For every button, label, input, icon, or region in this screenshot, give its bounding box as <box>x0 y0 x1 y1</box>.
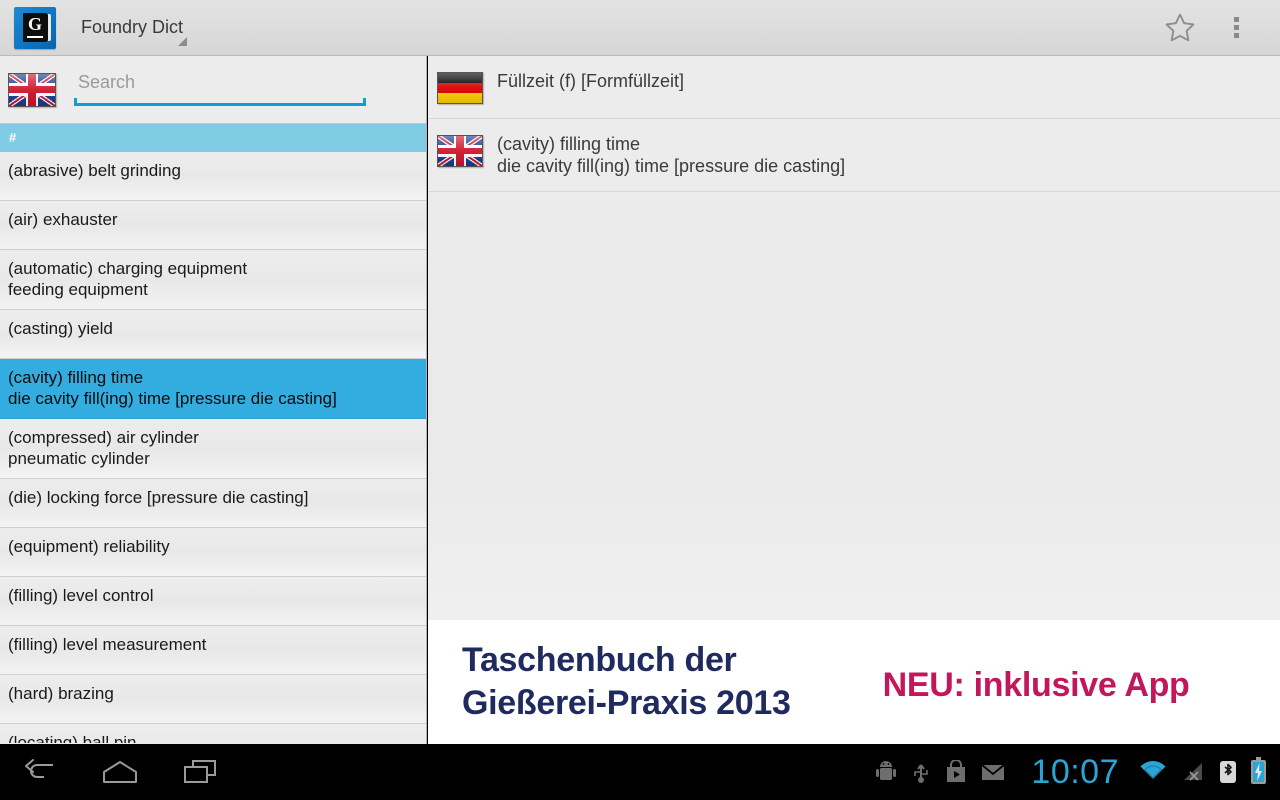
banner-title-line1: Taschenbuch der <box>462 641 737 679</box>
no-signal-icon <box>1181 761 1205 783</box>
overflow-menu-button[interactable] <box>1208 0 1264 56</box>
app-screen: G Foundry Dict Search # (abrasive) belt … <box>0 0 1280 800</box>
action-bar: G Foundry Dict <box>0 0 1280 56</box>
detail-synonym: die cavity fill(ing) time [pressure die … <box>497 156 846 176</box>
detail-pane: Füllzeit (f) [Formfüllzeit] (cavity) fill… <box>428 56 1280 744</box>
detail-text: Füllzeit (f) [Formfüllzeit] <box>497 70 684 92</box>
detail-term: (cavity) filling time <box>497 134 641 154</box>
list-item[interactable]: (compressed) air cylinder pneumatic cylin… <box>0 419 426 479</box>
list-item-term: (filling) level measurement <box>8 635 207 654</box>
uk-flag-icon <box>437 135 483 167</box>
term-list-items: (abrasive) belt grinding (air) exhauster (… <box>0 152 426 743</box>
book-page-line <box>26 36 43 38</box>
battery-charging-icon <box>1251 757 1266 784</box>
back-arrow-icon <box>25 759 53 778</box>
list-item[interactable]: (equipment) reliability <box>0 528 426 577</box>
list-item[interactable]: (filling) level control <box>0 577 426 626</box>
back-button[interactable] <box>0 744 80 800</box>
recents-button[interactable] <box>160 744 240 800</box>
list-item-term: (hard) brazing <box>8 684 114 703</box>
list-item-synonym: pneumatic cylinder <box>8 449 150 468</box>
list-item[interactable]: (filling) level measurement <box>0 626 426 675</box>
ad-banner[interactable]: Taschenbuch der Gießerei-Praxis 2013 NEU… <box>428 620 1280 744</box>
bluetooth-icon <box>1219 760 1237 784</box>
term-list[interactable]: # (abrasive) belt grinding (air) exhauste… <box>0 124 426 743</box>
search-input[interactable] <box>74 68 366 103</box>
home-button[interactable] <box>80 744 160 800</box>
list-item-term: (locating) ball pin <box>8 733 137 743</box>
banner-cta: NEU: inklusive App <box>882 665 1190 704</box>
detail-term: Füllzeit (f) [Formfüllzeit] <box>497 71 685 91</box>
foundry-dict-app-icon[interactable]: G <box>14 6 56 49</box>
list-item-term: (equipment) reliability <box>8 537 170 556</box>
book-glyph: G <box>22 13 51 42</box>
android-debug-icon <box>875 760 897 784</box>
list-item-term: (filling) level control <box>8 586 154 605</box>
list-item-term: (casting) yield <box>8 319 113 338</box>
overflow-menu-icon <box>1233 17 1239 38</box>
app-title-spinner[interactable]: Foundry Dict <box>81 16 187 46</box>
usb-icon <box>911 760 931 784</box>
list-item[interactable]: (abrasive) belt grinding <box>0 152 426 201</box>
list-item[interactable]: (hard) brazing <box>0 675 426 724</box>
list-item[interactable]: (cavity) filling time die cavity fill(ing… <box>0 359 426 419</box>
list-item[interactable]: (automatic) charging equipment feeding eq… <box>0 250 426 310</box>
list-item-synonym: die cavity fill(ing) time [pressure die … <box>8 389 337 408</box>
detail-entries: Füllzeit (f) [Formfüllzeit] (cavity) fill… <box>428 56 1280 192</box>
search-underline <box>74 97 366 106</box>
list-item-term: (die) locking force [pressure die castin… <box>8 488 309 507</box>
list-item-term: (cavity) filling time <box>8 368 144 387</box>
term-list-pane: # (abrasive) belt grinding (air) exhauste… <box>0 56 427 744</box>
german-flag-icon <box>437 72 483 104</box>
list-item-term: (automatic) charging equipment <box>8 259 248 278</box>
detail-row[interactable]: (cavity) filling time die cavity fill(ing… <box>428 119 1280 192</box>
list-item[interactable]: (locating) ball pin <box>0 724 426 743</box>
list-item[interactable]: (casting) yield <box>0 310 426 359</box>
search-field[interactable] <box>74 68 366 111</box>
search-bar <box>0 56 426 124</box>
system-navigation-bar: 10:07 <box>0 744 1280 800</box>
list-item-term: (compressed) air cylinder <box>8 428 199 447</box>
list-item-term: (abrasive) belt grinding <box>8 161 181 180</box>
detail-row[interactable]: Füllzeit (f) [Formfüllzeit] <box>428 56 1280 119</box>
page-title: Foundry Dict <box>81 16 184 37</box>
list-item-term: (air) exhauster <box>8 210 118 229</box>
star-outline-icon <box>1165 13 1195 41</box>
action-bar-actions <box>1152 0 1280 56</box>
play-store-icon <box>945 760 967 784</box>
home-icon <box>103 761 137 783</box>
chevron-down-icon <box>178 36 187 46</box>
banner-title-line2: Gießerei-Praxis 2013 <box>462 684 791 722</box>
detail-text: (cavity) filling time die cavity fill(ing… <box>497 133 845 177</box>
list-item[interactable]: (die) locking force [pressure die castin… <box>0 479 426 528</box>
nav-buttons <box>0 744 260 800</box>
favorite-button[interactable] <box>1152 0 1208 56</box>
list-item[interactable]: (air) exhauster <box>0 201 426 250</box>
list-item-synonym: feeding equipment <box>8 280 148 299</box>
recent-apps-icon <box>184 760 216 783</box>
status-bar-icons: 10:07 <box>875 755 1280 789</box>
wifi-icon <box>1139 761 1167 783</box>
section-header: # <box>0 124 426 152</box>
uk-flag-icon <box>8 72 56 107</box>
banner-title: Taschenbuch der Gießerei-Praxis 2013 <box>462 639 791 725</box>
app-icon-letter: G <box>27 14 42 34</box>
mail-icon <box>981 762 1005 782</box>
status-clock: 10:07 <box>1031 753 1119 791</box>
